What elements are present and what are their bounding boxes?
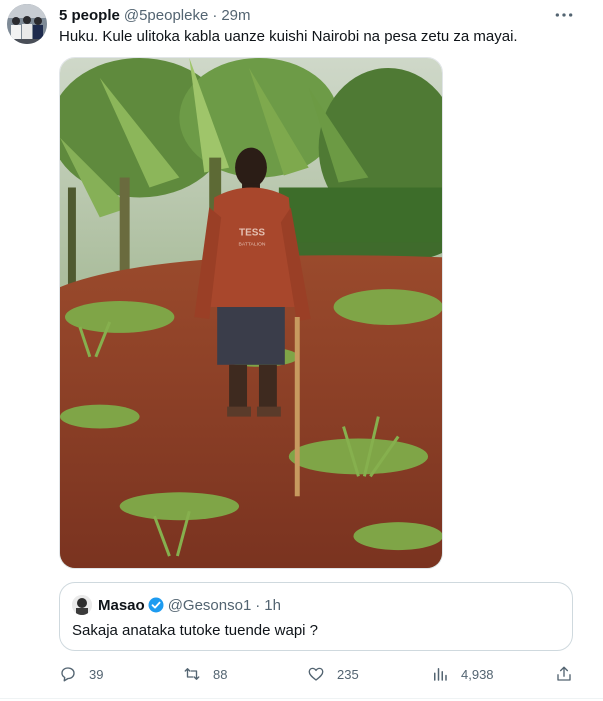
retweet-count: 88: [213, 666, 228, 682]
tweet[interactable]: 5 people @5peopleke · 29m Huku. Kule uli…: [0, 0, 603, 701]
more-button[interactable]: [552, 6, 576, 24]
author-display-name[interactable]: 5 people: [59, 7, 120, 24]
verified-badge-icon: [148, 597, 164, 613]
share-icon: [557, 666, 571, 681]
reply-button[interactable]: 39: [59, 662, 103, 686]
reply-icon: [61, 667, 75, 682]
tweet-header: 5 people @5peopleke · 29m: [59, 5, 251, 25]
hoodie-print: TESS: [239, 227, 265, 238]
quote-text: Sakaja anataka tutoke tuende wapi ?: [72, 622, 319, 639]
retweet-button[interactable]: 88: [183, 662, 227, 686]
like-count: 235: [337, 666, 359, 682]
view-count: 4,938: [461, 666, 494, 682]
portrait-avatar-icon: [72, 595, 92, 615]
tweet-timestamp[interactable]: 29m: [221, 7, 250, 24]
author-handle[interactable]: @5peopleke: [124, 7, 208, 24]
quote-header: Masao @Gesonso1 · 1h: [98, 595, 281, 615]
farm-photo: TESS BATTALION: [60, 58, 442, 568]
like-button[interactable]: 235: [307, 662, 359, 686]
separator-dot: ·: [212, 6, 218, 24]
hoodie-subprint: BATTALION: [239, 241, 266, 247]
views-chart-icon: [434, 668, 447, 681]
quote-author-avatar[interactable]: [72, 595, 92, 615]
tweet-divider: [0, 698, 603, 699]
tweet-text: Huku. Kule ulitoka kabla uanze kuishi Na…: [59, 28, 518, 45]
tweet-photo[interactable]: TESS BATTALION: [59, 57, 443, 569]
more-horizontal-icon: [555, 13, 573, 17]
quote-separator-dot: ·: [255, 596, 261, 614]
quote-display-name[interactable]: Masao: [98, 597, 145, 614]
reply-count: 39: [89, 666, 104, 682]
group-photo-avatar-icon: [7, 4, 47, 44]
share-button[interactable]: [555, 662, 573, 686]
author-avatar[interactable]: [7, 4, 47, 44]
quote-timestamp[interactable]: 1h: [264, 597, 281, 614]
heart-icon: [308, 667, 324, 681]
retweet-icon: [184, 668, 200, 680]
quote-handle[interactable]: @Gesonso1: [168, 597, 252, 614]
action-bar: 39 88 235 4,938: [59, 662, 579, 686]
views-button[interactable]: 4,938: [431, 662, 494, 686]
quoted-tweet[interactable]: Masao @Gesonso1 · 1h Sakaja anataka tuto…: [59, 582, 573, 651]
